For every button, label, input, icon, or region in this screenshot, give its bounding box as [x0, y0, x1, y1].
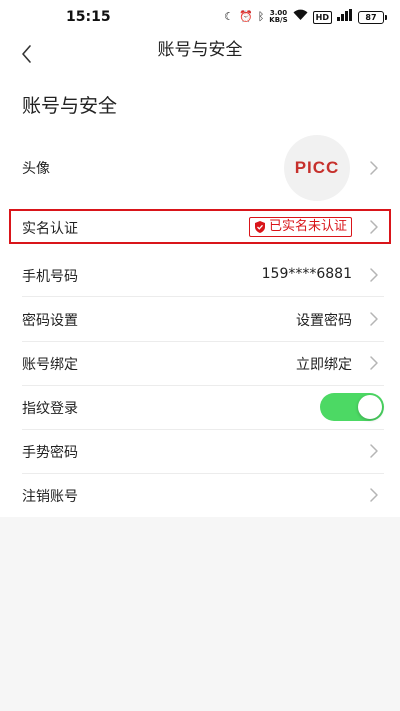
password-row[interactable]: 密码设置 设置密码: [0, 298, 400, 340]
password-label: 密码设置: [22, 313, 78, 329]
hd-icon: HD: [312, 10, 332, 24]
page-title: 账号与安全: [157, 40, 243, 60]
cancel-account-row[interactable]: 注销账号: [0, 474, 400, 516]
section-title: 账号与安全: [22, 95, 118, 117]
avatar-row[interactable]: 头像 PICC: [0, 132, 400, 204]
bluetooth-icon: ᛒ: [257, 10, 265, 23]
settings-list: 账号与安全 头像 PICC 实名认证 已实名未认证 手机号码 159****68…: [0, 80, 400, 517]
password-value: 设置密码: [296, 313, 352, 329]
chevron-right-icon: [370, 312, 378, 326]
phone-row[interactable]: 手机号码 159****6881: [0, 254, 400, 296]
cancel-account-label: 注销账号: [22, 489, 78, 505]
fingerprint-login-label: 指纹登录: [22, 401, 78, 417]
fingerprint-login-toggle[interactable]: [320, 393, 384, 421]
avatar-logo-text: PICC: [294, 158, 340, 177]
account-binding-value: 立即绑定: [296, 357, 352, 373]
gesture-password-label: 手势密码: [22, 445, 78, 461]
account-binding-row[interactable]: 账号绑定 立即绑定: [0, 342, 400, 384]
divider: [22, 296, 384, 297]
chevron-right-icon: [370, 444, 378, 458]
avatar-label: 头像: [22, 161, 50, 177]
status-time: 15:15: [66, 9, 111, 25]
chevron-right-icon: [370, 161, 378, 175]
alarm-icon: ⏰: [238, 10, 253, 23]
chevron-right-icon: [370, 488, 378, 502]
toggle-knob: [358, 395, 382, 419]
status-icons: ☾ ⏰ ᛒ 3.00 KB/S HD 87: [224, 8, 387, 26]
chevron-right-icon: [370, 356, 378, 370]
status-bar: 15:15 ☾ ⏰ ᛒ 3.00 KB/S HD 87: [0, 0, 400, 34]
fingerprint-login-row: 指纹登录: [0, 386, 400, 428]
chevron-right-icon: [370, 268, 378, 282]
battery-level: 87: [365, 12, 377, 22]
signal-icon: [337, 8, 353, 26]
gesture-password-row[interactable]: 手势密码: [0, 430, 400, 472]
network-speed-unit: KB/S: [269, 16, 288, 24]
phone-label: 手机号码: [22, 269, 78, 285]
phone-value: 159****6881: [261, 266, 352, 282]
battery-icon: 87: [358, 10, 387, 24]
nav-bar: 账号与安全: [0, 34, 400, 80]
avatar: PICC: [284, 135, 350, 201]
wifi-icon: [293, 9, 308, 26]
account-binding-label: 账号绑定: [22, 357, 78, 373]
network-speed: 3.00 KB/S: [269, 10, 287, 24]
moon-icon: ☾: [224, 10, 234, 23]
highlight-box: [9, 209, 391, 244]
